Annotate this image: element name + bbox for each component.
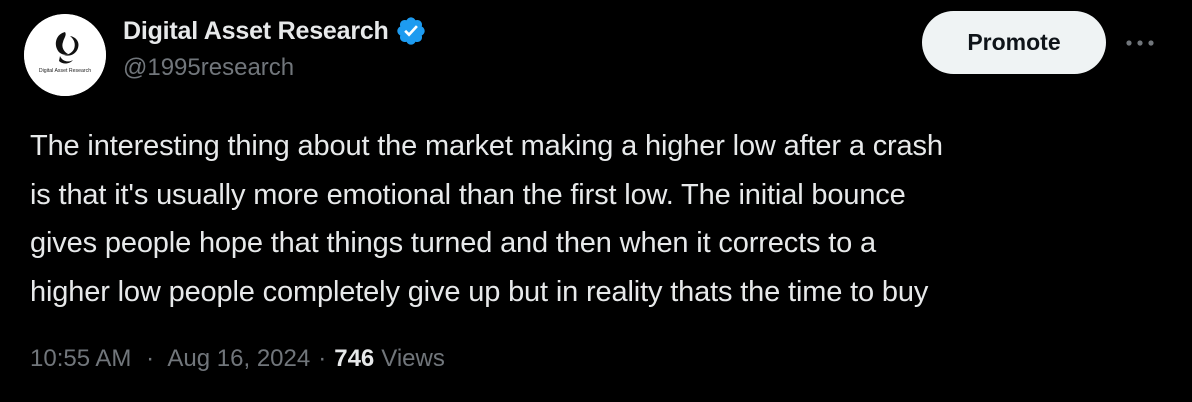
- tweet-date: Aug 16, 2024: [167, 345, 311, 372]
- avatar-logo-text: Digital Asset Research: [39, 68, 91, 74]
- digital-asset-research-logo-icon: Digital Asset Research: [24, 14, 106, 96]
- tweet-text-line: is that it's usually more emotional than…: [30, 178, 906, 211]
- author-name-row: Digital Asset Research: [123, 14, 427, 48]
- tweet-text-line: gives people hope that things turned and…: [30, 227, 877, 259]
- views-label[interactable]: Views: [381, 345, 445, 373]
- tweet-card: Digital Asset Research Digital Asset Res…: [0, 0, 1192, 402]
- author-handle[interactable]: @1995research: [123, 54, 294, 82]
- avatar[interactable]: Digital Asset Research: [24, 14, 106, 96]
- tweet-metadata: 10:55 AM · Aug 16, 2024 · 746 Views: [30, 345, 445, 373]
- meta-separator: ·: [318, 345, 327, 372]
- tweet-time: 10:55 AM: [30, 345, 132, 372]
- tweet-text: The interesting thing about the market m…: [30, 122, 1170, 316]
- views-count[interactable]: 746: [334, 345, 374, 373]
- meta-separator: ·: [146, 345, 155, 372]
- tweet-time-link[interactable]: 10:55 AM · Aug 16, 2024: [30, 345, 310, 373]
- author-display-name[interactable]: Digital Asset Research: [123, 17, 389, 46]
- tweet-text-line: higher low people completely give up but…: [30, 275, 929, 308]
- tweet-text-line: The interesting thing about the market m…: [30, 130, 943, 162]
- promote-button[interactable]: Promote: [922, 11, 1106, 74]
- more-options-icon[interactable]: [1122, 28, 1158, 58]
- verified-badge-icon[interactable]: [395, 15, 427, 47]
